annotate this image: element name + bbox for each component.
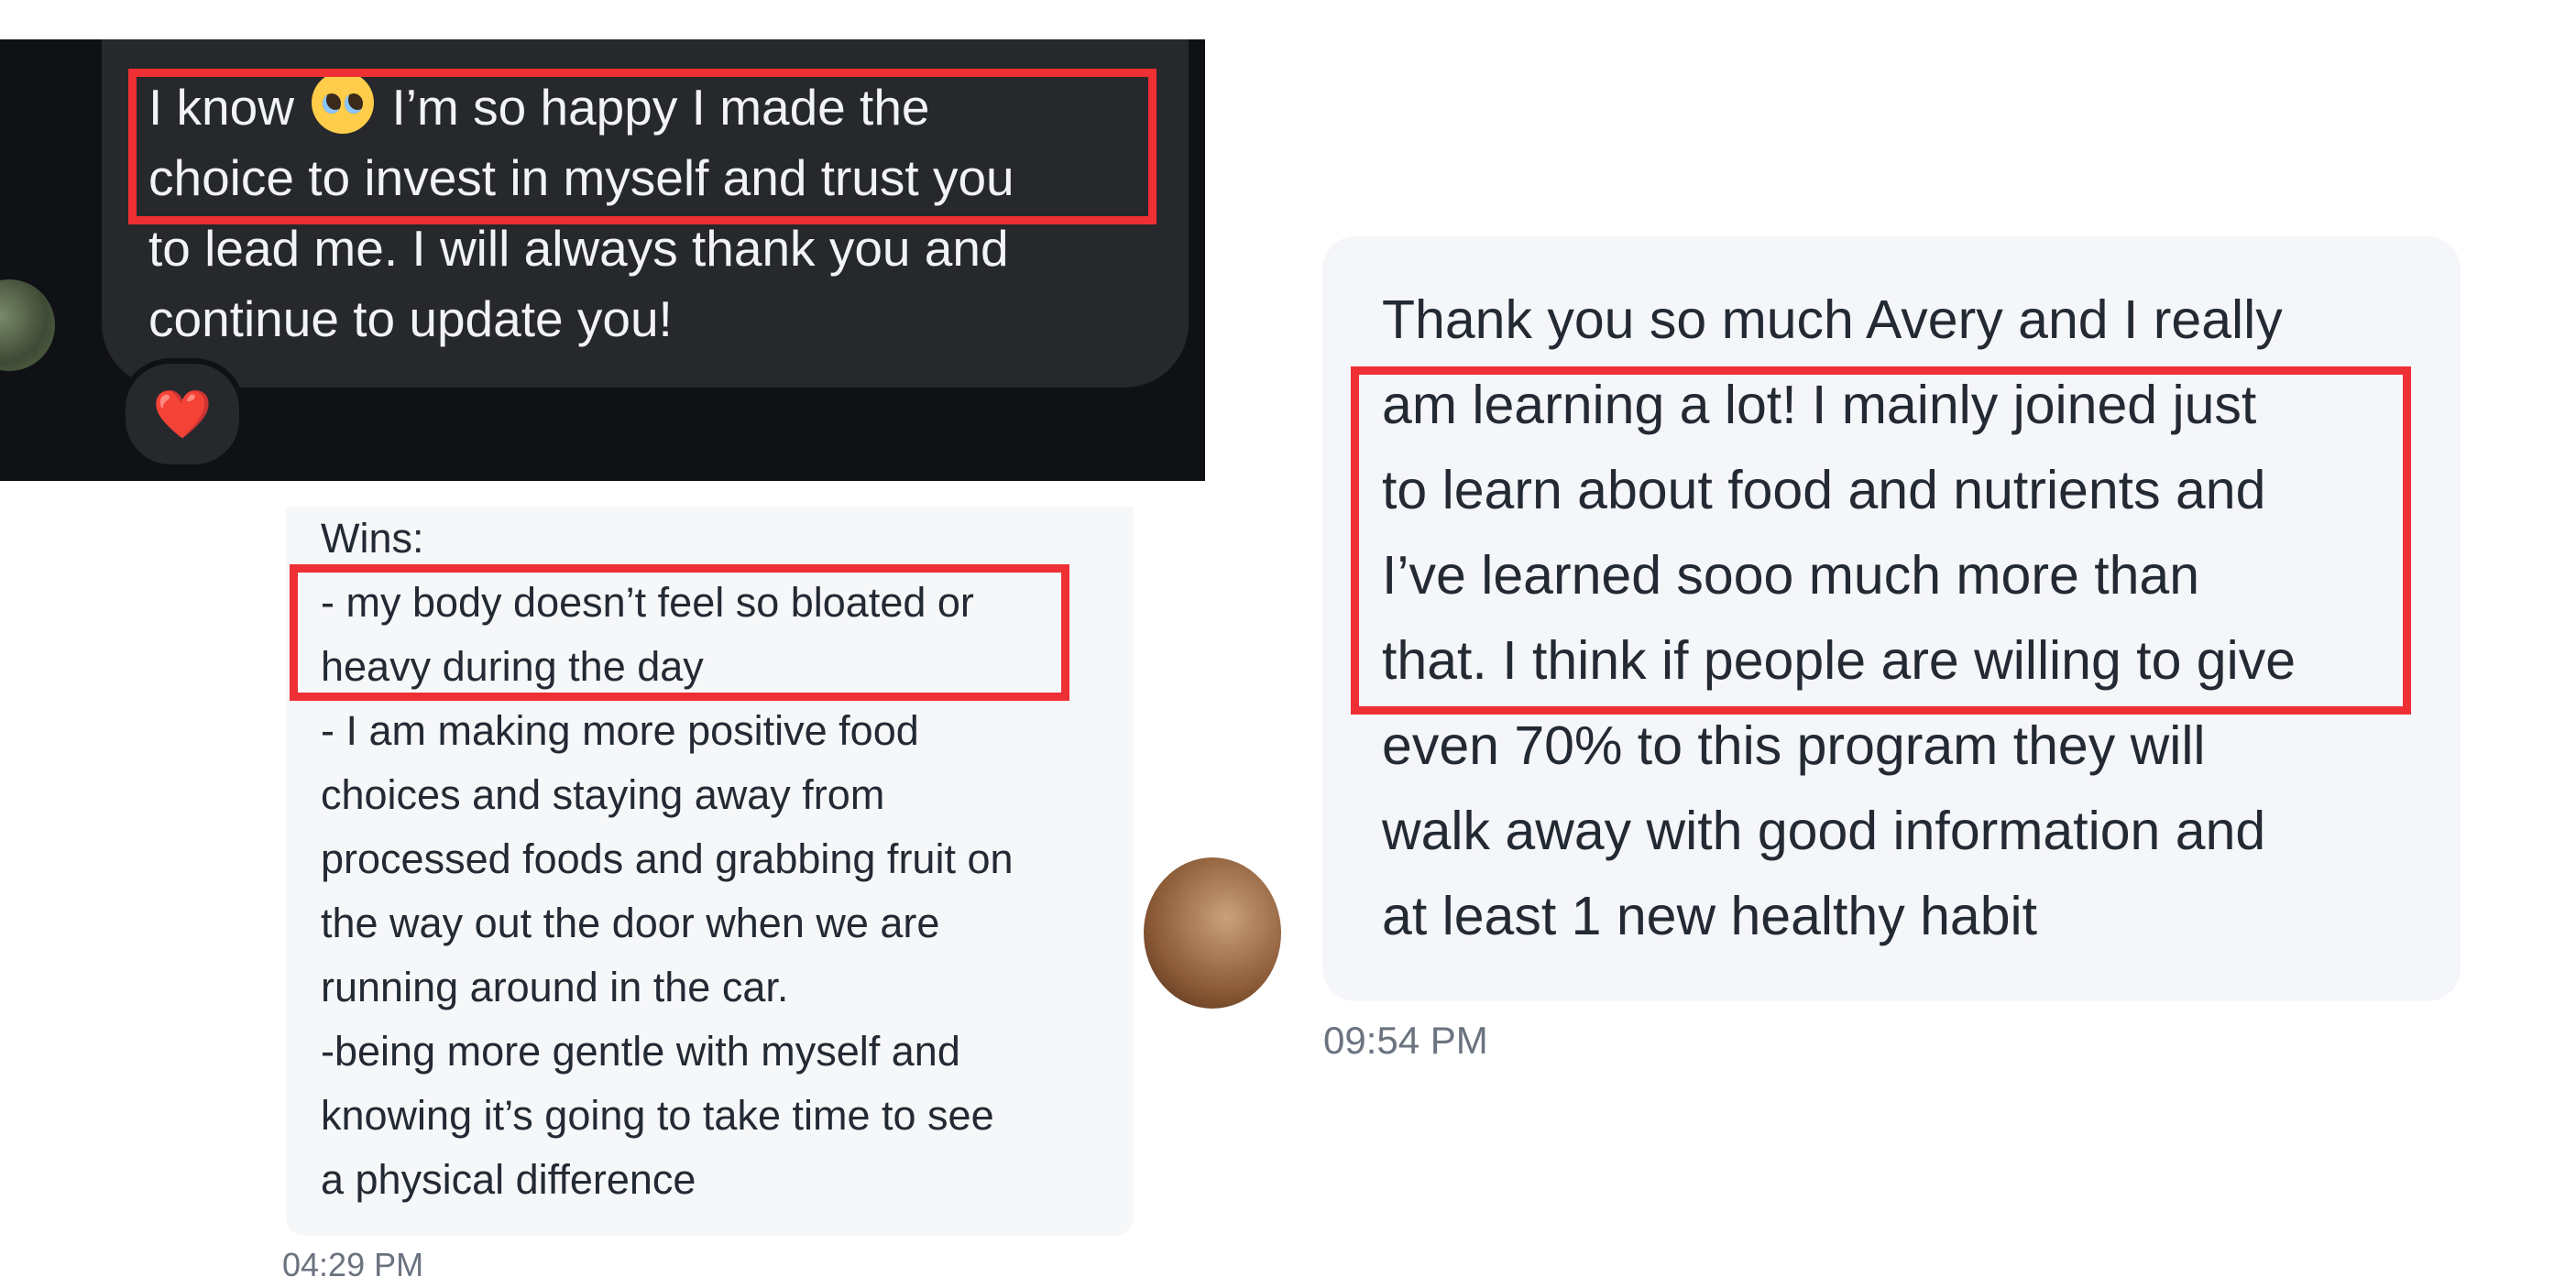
heart-reaction[interactable]: ❤️ xyxy=(120,358,245,470)
avatar[interactable] xyxy=(1144,857,1281,1009)
timestamp: 04:29 PM xyxy=(282,1246,424,1283)
heart-icon: ❤️ xyxy=(152,387,213,442)
highlight-box xyxy=(1351,366,2411,715)
highlight-box xyxy=(290,564,1069,701)
timestamp: 09:54 PM xyxy=(1323,1019,1488,1062)
highlight-box xyxy=(128,69,1156,224)
avatar[interactable] xyxy=(0,279,55,371)
